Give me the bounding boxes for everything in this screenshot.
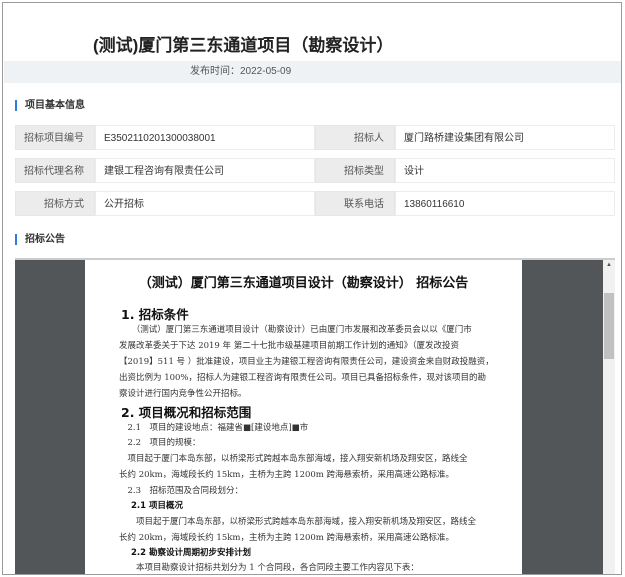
pdf-page: （测试）厦门第三东通道项目设计（勘察设计） 招标公告 1. 招标条件 （测试）厦… (85, 260, 522, 574)
doc-line: 2.3 招标范围及合同段划分： (119, 486, 244, 496)
info-row: 招标项目编号 E3502110201300038001 招标人 厦门路桥建设集团… (15, 125, 615, 150)
doc-heading: 1. 招标条件 (121, 307, 189, 322)
info-row: 招标代理名称 建银工程咨询有限责任公司 招标类型 设计 (15, 158, 615, 183)
page-title: (测试)厦门第三东通道项目（勘察设计） (93, 36, 394, 55)
publish-date: 发布时间：2022-05-09 (4, 61, 621, 83)
doc-line: 出资比例为 100%，招标人为建银工程咨询有限责任公司。项目已具备招标条件，现对… (119, 373, 487, 383)
field-label: 招标方式 (15, 191, 95, 216)
doc-line: 察设计进行国内竞争性公开招标。 (119, 389, 247, 399)
field-label: 招标项目编号 (15, 125, 95, 150)
scrollbar-thumb[interactable] (604, 293, 614, 359)
info-row: 招标方式 公开招标 联系电话 13860116610 (15, 191, 615, 216)
scroll-up-icon[interactable]: ▲ (606, 262, 612, 268)
doc-heading: 2. 项目概况和招标范围 (121, 405, 252, 420)
doc-line: 长约 20km，海域段长约 15km，主桥为主跨 1200m 跨海悬索桥，采用高… (119, 470, 455, 480)
doc-line: 2.2 项目的规模： (119, 438, 201, 448)
doc-line: 长约 20km，海域段长约 15km，主桥为主跨 1200m 跨海悬索桥，采用高… (119, 533, 455, 543)
pdf-viewer[interactable]: （测试）厦门第三东通道项目设计（勘察设计） 招标公告 1. 招标条件 （测试）厦… (15, 258, 615, 574)
field-value: 公开招标 (95, 191, 315, 216)
doc-line: 2.1 项目的建设地点：福建省■[建设地点]■市 (119, 423, 309, 433)
doc-title: （测试）厦门第三东通道项目设计（勘察设计） 招标公告 (138, 276, 469, 291)
field-value: 13860116610 (395, 191, 615, 216)
scrollbar[interactable]: ▲ (603, 260, 615, 574)
field-value: 建银工程咨询有限责任公司 (95, 158, 315, 183)
field-label: 招标类型 (315, 158, 395, 183)
doc-subheading: 2.2 勘察设计周期初步安排计划 (131, 548, 252, 558)
field-value: E3502110201300038001 (95, 125, 315, 150)
doc-line: 【2019】511 号 ）批准建设，项目业主为建银工程咨询有限责任公司，建设资金… (119, 357, 494, 367)
field-value: 设计 (395, 158, 615, 183)
doc-line: 项目起于厦门本岛东部，以桥梁形式跨越本岛东部海域，接入翔安新机场及翔安区，路线全 (119, 454, 468, 464)
field-value: 厦门路桥建设集团有限公司 (395, 125, 615, 150)
field-label: 招标人 (315, 125, 395, 150)
doc-subheading: 2.1 项目概况 (131, 501, 184, 511)
field-label: 联系电话 (315, 191, 395, 216)
doc-line: 本项目勘察设计招标共划分为 1 个合同段，各合同段主要工作内容见下表： (119, 563, 419, 573)
section-notice: 招标公告 (15, 234, 65, 245)
field-label: 招标代理名称 (15, 158, 95, 183)
section-basic-info: 项目基本信息 (15, 100, 85, 111)
page-frame: (测试)厦门第三东通道项目（勘察设计） 发布时间：2022-05-09 项目基本… (2, 2, 622, 575)
doc-line: 项目起于厦门本岛东部，以桥梁形式跨越本岛东部海域，接入翔安新机场及翔安区，路线全 (119, 517, 477, 527)
doc-line: （测试）厦门第三东通道项目设计（勘察设计）已由厦门市发展和改革委员会以以《厦门市 (119, 325, 472, 335)
doc-line: 发展改革委关于下达 2019 年 第二十七批市级基建项目前期工作计划的通知》（厦… (119, 341, 459, 351)
